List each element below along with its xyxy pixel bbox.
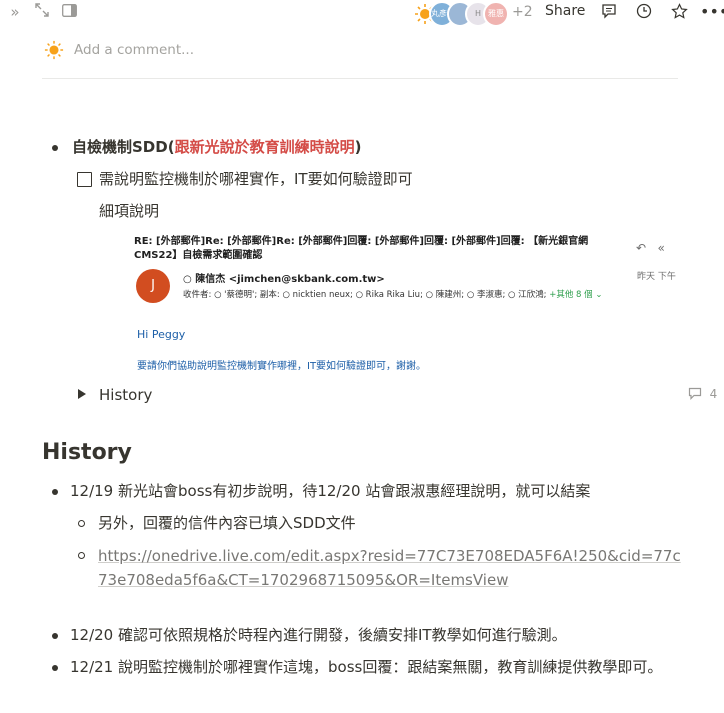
history-heading: History [42, 440, 132, 465]
top-bar: » 丸彥 雲晴 H 雅惠 +2 Share ••• [0, 0, 724, 27]
email-reply-icons: ↶ « [636, 241, 665, 255]
detail-label: 細項說明 [99, 202, 160, 220]
bullet-dot [52, 633, 58, 639]
reply-all-icon: « [657, 241, 665, 255]
email-screenshot: RE: [外部郵件]Re: [外部郵件]Re: [外部郵件]回覆: [外部郵件]… [125, 230, 685, 378]
reply-icon: ↶ [636, 241, 647, 255]
user-avatar-4[interactable]: 雅惠 [483, 1, 509, 27]
share-button[interactable]: Share [545, 3, 585, 19]
onedrive-link[interactable]: https://onedrive.live.com/edit.aspx?resi… [98, 544, 688, 592]
email-recipients: 收件者: ○ '蔡德明'; 副本: ○ nicktien neux; ○ Rik… [183, 290, 603, 300]
item-sdd: 自檢機制SDD(跟新光說於教育訓練時說明) [72, 136, 361, 158]
history-item-1220: 12/20 確認可依照規格於時程內進行開發，後續安排IT教學如何進行驗測。 [70, 626, 567, 644]
sub-bullet [78, 552, 85, 559]
bullet-dot [52, 665, 58, 671]
email-greeting: Hi Peggy [137, 328, 186, 341]
divider [42, 78, 678, 79]
sun-avatar-icon [44, 40, 64, 60]
avatar-more-count[interactable]: +2 [512, 4, 533, 20]
item-sdd-suffix: ) [354, 138, 362, 156]
email-sender-avatar: J [136, 269, 170, 303]
email-from-text: 陳信杰 <jimchen@skbank.com.tw> [195, 274, 385, 285]
email-body: 要請你們協助說明監控機制實作哪裡，IT要如何驗證即可，謝謝。 [137, 361, 427, 372]
comment-icon[interactable] [600, 3, 618, 21]
toggle-history[interactable]: History [99, 384, 152, 406]
double-chevron-right-icon[interactable]: » [6, 3, 24, 21]
history-subitem-sdd: 另外，回覆的信件內容已填入SDD文件 [98, 514, 356, 532]
sidebar-panel-icon[interactable] [60, 3, 78, 21]
item-sdd-prefix: 自檢機制SDD( [72, 138, 175, 156]
history-item-1219: 12/19 新光站會boss有初步說明，待12/20 站會跟淑惠經理說明，就可以… [70, 482, 591, 500]
history-item-1221: 12/21 說明監控機制於哪裡實作這塊，boss回覆：跟結案無關，教育訓練提供教… [70, 658, 663, 676]
clock-icon[interactable] [635, 3, 653, 21]
comment-count-value: 4 [709, 387, 718, 401]
item-sdd-red: 跟新光說於教育訓練時說明 [174, 138, 355, 156]
email-time: 昨天 下午 [637, 272, 676, 282]
comment-input[interactable]: Add a comment... [74, 42, 194, 58]
email-subject: RE: [外部郵件]Re: [外部郵件]Re: [外部郵件]回覆: [外部郵件]… [134, 236, 589, 261]
email-more-recipients: +其他 8 個 [549, 290, 593, 300]
bullet-dot [52, 145, 58, 151]
bullet-dot [52, 489, 58, 495]
todo-checkbox[interactable] [77, 172, 92, 187]
more-icon[interactable]: ••• [700, 3, 724, 21]
sub-bullet [78, 520, 85, 527]
comment-bubble-icon [688, 387, 702, 400]
todo-text[interactable]: 需說明監控機制於哪裡實作，IT要如何驗證即可 [99, 168, 413, 190]
email-from: ○ 陳信杰 <jimchen@skbank.com.tw> [183, 274, 385, 285]
toggle-arrow-icon[interactable] [78, 389, 86, 399]
star-icon[interactable] [670, 3, 688, 21]
expand-icon[interactable] [33, 3, 51, 21]
comment-count[interactable]: 4 [688, 387, 717, 401]
email-to-line: 收件者: ○ '蔡德明'; 副本: ○ nicktien neux; ○ Rik… [183, 290, 547, 300]
